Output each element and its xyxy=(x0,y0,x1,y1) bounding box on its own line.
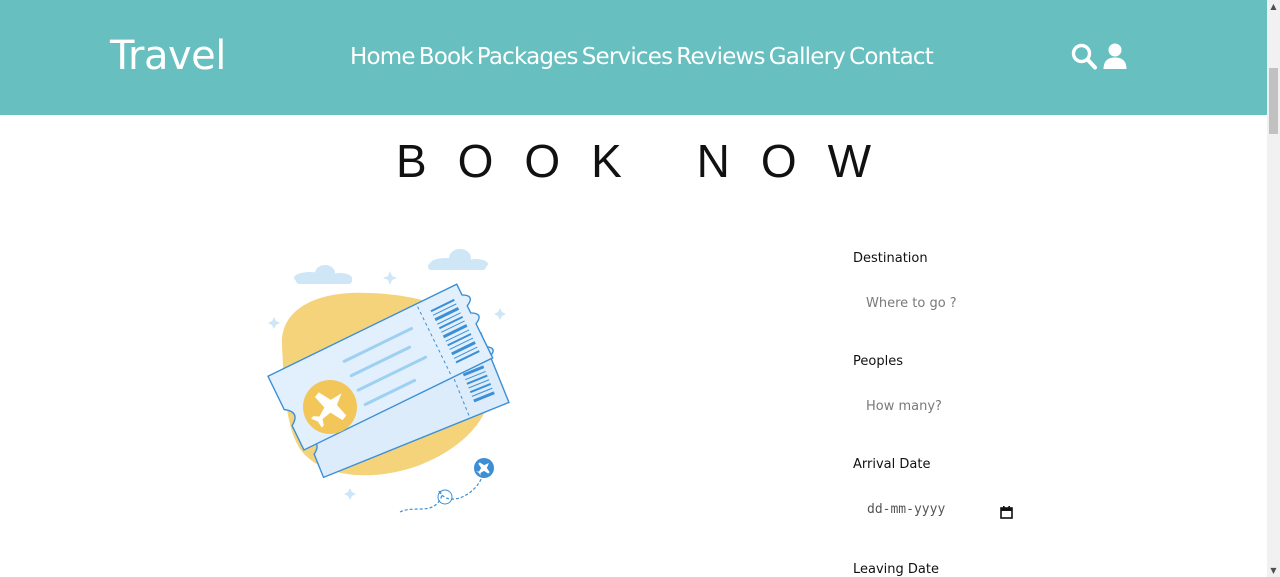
header: Travel Home Book Packages Services Revie… xyxy=(0,0,1267,115)
ticket-illustration xyxy=(230,225,550,535)
main-nav: Home Book Packages Services Reviews Gall… xyxy=(350,40,934,74)
vertical-scrollbar[interactable]: ▲ ▼ xyxy=(1267,0,1280,577)
nav-reviews[interactable]: Reviews xyxy=(676,40,765,74)
cloud-icon xyxy=(428,249,488,270)
scrollbar-thumb[interactable] xyxy=(1269,68,1278,134)
peoples-input[interactable] xyxy=(853,391,1036,421)
leaving-date-label: Leaving Date xyxy=(853,562,939,577)
calendar-icon[interactable] xyxy=(1000,504,1013,519)
header-icons xyxy=(1071,43,1128,70)
peoples-label: Peoples xyxy=(853,354,903,369)
page-heading: BOOK NOW xyxy=(395,135,903,187)
logo[interactable]: Travel xyxy=(110,30,226,82)
nav-gallery[interactable]: Gallery xyxy=(769,40,846,74)
nav-contact[interactable]: Contact xyxy=(849,40,934,74)
cloud-icon xyxy=(294,265,352,284)
page: Travel Home Book Packages Services Revie… xyxy=(0,0,1280,577)
arrival-date-input[interactable]: dd-mm-yyyy xyxy=(853,495,1018,525)
arrival-date-placeholder: dd-mm-yyyy xyxy=(867,502,946,517)
arrival-date-label: Arrival Date xyxy=(853,457,931,472)
destination-input[interactable] xyxy=(853,288,1036,318)
scroll-down-arrow-icon[interactable]: ▼ xyxy=(1267,564,1280,577)
nav-book[interactable]: Book xyxy=(419,40,474,74)
destination-label: Destination xyxy=(853,251,928,266)
airplane-icon xyxy=(474,458,494,478)
nav-home[interactable]: Home xyxy=(350,40,416,74)
nav-packages[interactable]: Packages xyxy=(477,40,579,74)
user-icon[interactable] xyxy=(1102,43,1128,70)
nav-services[interactable]: Services xyxy=(582,40,673,74)
search-icon[interactable] xyxy=(1071,43,1097,70)
scroll-up-arrow-icon[interactable]: ▲ xyxy=(1267,0,1280,13)
